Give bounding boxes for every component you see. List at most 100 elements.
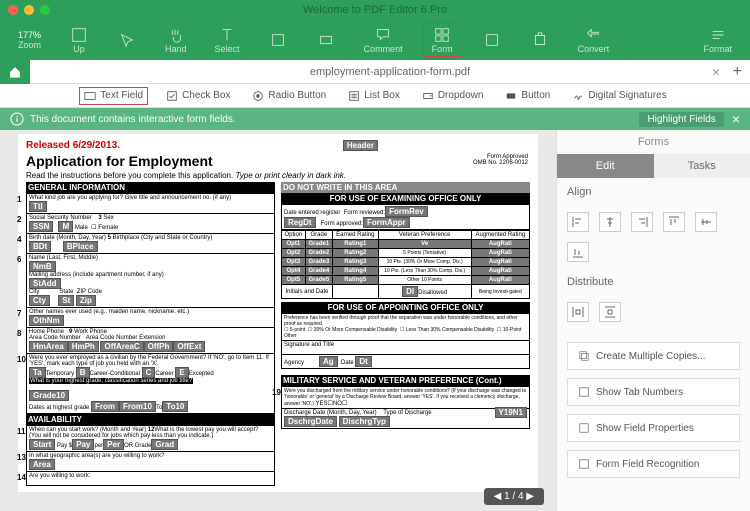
sex-m[interactable]: M xyxy=(58,221,73,232)
city-field[interactable]: Cty xyxy=(29,295,50,306)
bdt-field[interactable]: BDt xyxy=(29,241,51,252)
tab-new[interactable]: + xyxy=(733,63,742,81)
q13: 13In what geographic area(s) are you wil… xyxy=(26,452,275,472)
header-field[interactable]: Header xyxy=(343,140,378,151)
highlight-fields-button[interactable]: Highlight Fields xyxy=(639,112,723,127)
align-center-h[interactable] xyxy=(599,212,621,232)
q7: 7Other names ever used (e.g., maiden nam… xyxy=(26,308,275,328)
tab-filename[interactable]: employment-application-form.pdf xyxy=(30,66,750,78)
avail-header: AVAILABILITY xyxy=(26,414,275,425)
q11-12: 11When can you start work? (Month and Ye… xyxy=(26,425,275,452)
name-field[interactable]: NmB xyxy=(29,261,56,272)
checkbox-tool[interactable]: Check Box xyxy=(162,88,234,104)
close-window[interactable] xyxy=(8,5,18,15)
pref-row: Preference has been verified through pro… xyxy=(281,313,530,341)
maximize-window[interactable] xyxy=(40,5,50,15)
mil-header: MILITARY SERVICE AND VETERAN PREFERENCE … xyxy=(281,375,530,386)
tool-2[interactable] xyxy=(109,29,145,51)
form-tools-bar: Text Field Check Box Radio Button List B… xyxy=(0,84,750,108)
info-banner: This document contains interactive form … xyxy=(0,108,750,130)
form-tool[interactable]: Form xyxy=(423,23,462,57)
tab-close[interactable]: × xyxy=(712,64,720,80)
appoint-header: FOR USE OF APPOINTING OFFICE ONLY xyxy=(281,302,530,313)
align-buttons xyxy=(557,206,750,268)
align-top[interactable] xyxy=(663,212,685,232)
addr-field[interactable]: StAdd xyxy=(29,278,61,289)
exam-header: FOR USE OF EXAMINING OFFICE ONLY xyxy=(281,193,530,204)
app-title: Application for Employment xyxy=(26,153,530,169)
window-title: Welcome to PDF Editor 6 Pro xyxy=(303,4,447,16)
panel-title: Forms xyxy=(557,130,750,154)
released-text: Released 6/29/2013. xyxy=(26,140,120,151)
dist-h[interactable] xyxy=(567,302,589,322)
hand-tool[interactable]: Hand xyxy=(157,24,195,56)
radio-tool[interactable]: Radio Button xyxy=(248,88,330,104)
rating-table: OptionGradeEarned RatingVeteran Preferen… xyxy=(281,230,530,299)
button-tool[interactable]: Button xyxy=(501,88,554,104)
grade10-field[interactable]: Grade10 xyxy=(29,390,69,401)
document-viewport[interactable]: Released 6/29/2013. Header Form Approved… xyxy=(0,130,556,511)
listbox-tool[interactable]: List Box xyxy=(344,88,404,104)
page-indicator[interactable]: ◀ 1 / 4 ▶ xyxy=(484,488,544,505)
tool-6[interactable] xyxy=(308,29,344,51)
q4-5: 4Birth date (Month, Day, Year) 5 Birthpl… xyxy=(26,234,275,254)
show-tab-numbers-button[interactable]: Show Tab Numbers xyxy=(567,378,740,406)
field-recognition-button[interactable]: Form Field Recognition xyxy=(567,450,740,478)
agency-row: Agency Ag Date Dt xyxy=(281,355,530,369)
tool-5[interactable] xyxy=(260,29,296,51)
dropdown-tool[interactable]: Dropdown xyxy=(418,88,488,104)
panel-tabs: Edit Tasks xyxy=(557,154,750,178)
q14: 14Are you willing to work: xyxy=(26,472,275,486)
st-field[interactable]: St xyxy=(58,295,74,306)
instructions: Read the instructions before you complet… xyxy=(26,171,530,180)
banner-close[interactable]: × xyxy=(732,111,740,127)
zip-field[interactable]: Zip xyxy=(76,295,96,306)
align-label: Align xyxy=(557,178,750,206)
align-center-v[interactable] xyxy=(695,212,717,232)
dnw-header: DO NOT WRITE IN THIS AREA xyxy=(281,182,530,193)
up-button[interactable]: Up xyxy=(61,24,97,56)
tab-edit[interactable]: Edit xyxy=(557,154,654,178)
convert-tool[interactable]: Convert xyxy=(570,24,618,56)
info-icon xyxy=(10,112,24,126)
discharge-row: Discharge Date (Month, Day, Year) Type o… xyxy=(281,409,530,429)
create-copies-button[interactable]: Create Multiple Copies... xyxy=(567,342,740,370)
q6: 6Name (Last, First, Middle)NmBMailing ad… xyxy=(26,254,275,308)
banner-msg: This document contains interactive form … xyxy=(30,114,236,125)
q8-9: 8Home Phone 9 Work PhoneArea Code Number… xyxy=(26,328,275,354)
q2-3: 2Social Security Number 3 SexSSN M Male … xyxy=(26,214,275,234)
titlebar: Welcome to PDF Editor 6 Pro xyxy=(0,0,750,20)
dist-label: Distribute xyxy=(557,268,750,296)
othnm-field[interactable]: OthNm xyxy=(29,315,64,326)
tab-tasks[interactable]: Tasks xyxy=(654,154,750,178)
zoom-control[interactable]: 177% Zoom xyxy=(10,28,49,52)
align-left[interactable] xyxy=(567,212,589,232)
title-field[interactable]: Ttl xyxy=(29,201,47,212)
format-tool[interactable]: Format xyxy=(695,24,740,56)
ssn-field[interactable]: SSN xyxy=(29,221,53,232)
comment-tool[interactable]: Comment xyxy=(356,24,411,56)
minimize-window[interactable] xyxy=(24,5,34,15)
home-button[interactable] xyxy=(0,60,30,84)
tab-bar: employment-application-form.pdf × + xyxy=(0,60,750,84)
signature-tool[interactable]: Digital Signatures xyxy=(568,88,670,104)
q1: 1What kind job are you applying for? Giv… xyxy=(26,193,275,214)
tool-10[interactable] xyxy=(522,29,558,51)
forms-panel: Forms Edit Tasks Align Distribute Create… xyxy=(556,130,750,511)
text-field-tool[interactable]: Text Field xyxy=(79,87,148,105)
q10: 10Were you ever employed as a civilian b… xyxy=(26,354,275,414)
pdf-page: Released 6/29/2013. Header Form Approved… xyxy=(18,134,538,492)
reg-row: Date entered register Form reviewed:Form… xyxy=(281,204,530,230)
q19: 19Were you discharged from the military … xyxy=(281,386,530,409)
form-approved: Form ApprovedOMB No. 2206-0012 xyxy=(473,154,528,166)
align-right[interactable] xyxy=(631,212,653,232)
main-toolbar: 177% Zoom Up Hand Select Comment Form Co… xyxy=(0,20,750,60)
tool-9[interactable] xyxy=(474,29,510,51)
gi-header: GENERAL INFORMATION xyxy=(26,182,275,193)
align-bottom[interactable] xyxy=(567,242,589,262)
bplace-field[interactable]: BPlace xyxy=(63,241,98,252)
show-properties-button[interactable]: Show Field Properties xyxy=(567,414,740,442)
sig-row: Signature and Title xyxy=(281,341,530,355)
select-tool[interactable]: Select xyxy=(207,24,248,56)
dist-v[interactable] xyxy=(599,302,621,322)
